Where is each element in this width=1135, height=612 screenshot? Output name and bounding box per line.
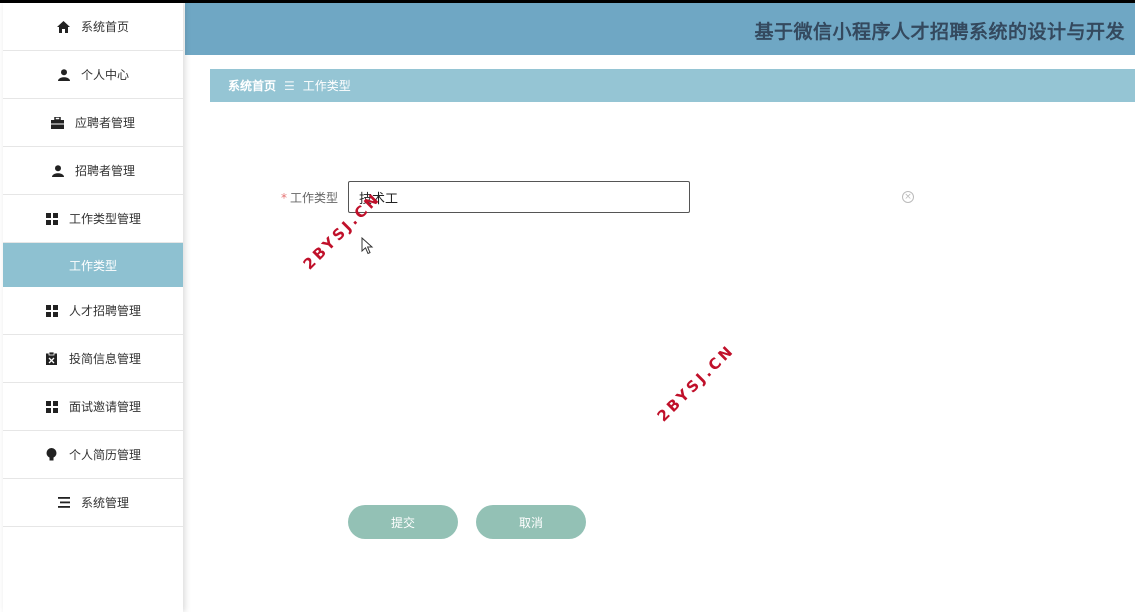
sidebar-item-label: 系统首页 — [80, 20, 129, 34]
sidebar-item-personal-center[interactable]: 个人中心 — [3, 51, 183, 99]
submit-button[interactable]: 提交 — [348, 505, 458, 539]
job-type-input[interactable]: 技术工 — [348, 181, 690, 213]
sidebar-item-label: 人才招聘管理 — [68, 304, 141, 318]
sidebar-item-system-management[interactable]: 系统管理 — [3, 479, 183, 527]
sidebar-item-resume-submission-management[interactable]: 投简信息管理 — [3, 335, 183, 383]
sidebar-item-resume-management[interactable]: 个人简历管理 — [3, 431, 183, 479]
user-icon — [57, 68, 71, 82]
grid-icon — [45, 400, 59, 414]
job-type-label: * 工作类型 — [280, 190, 338, 205]
mouse-pointer-icon — [361, 237, 374, 255]
sidebar-item-label: 招聘者管理 — [74, 164, 135, 178]
breadcrumb-home[interactable]: 系统首页 — [228, 77, 276, 94]
clipboard-icon — [45, 352, 59, 366]
sidebar-item-home[interactable]: 系统首页 — [3, 3, 183, 51]
sidebar-item-label: 投简信息管理 — [68, 352, 141, 366]
clear-icon[interactable]: × — [902, 191, 914, 203]
list-icon — [57, 496, 71, 510]
watermark: 2BYSJ.CN — [653, 340, 739, 426]
grid-icon — [45, 304, 59, 318]
job-type-form-row: * 工作类型 技术工 — [280, 181, 690, 213]
required-mark: * — [280, 190, 287, 205]
sidebar-item-interview-invitation-management[interactable]: 面试邀请管理 — [3, 383, 183, 431]
page-header: 基于微信小程序人才招聘系统的设计与开发 — [185, 3, 1135, 55]
sidebar-item-job-type[interactable]: 工作类型 — [3, 243, 183, 287]
sidebar-item-label: 工作类型管理 — [68, 212, 141, 226]
cancel-button[interactable]: 取消 — [476, 505, 586, 539]
breadcrumb-separator-icon: ☰ — [284, 78, 295, 93]
home-icon — [57, 20, 71, 34]
sidebar-item-job-type-management[interactable]: 工作类型管理 — [3, 195, 183, 243]
sidebar-item-label: 个人简历管理 — [68, 448, 141, 462]
briefcase-icon — [51, 116, 65, 130]
grid-icon — [45, 212, 59, 226]
top-edge — [0, 0, 1135, 3]
sidebar-item-applicant-management[interactable]: 应聘者管理 — [3, 99, 183, 147]
breadcrumb: 系统首页 ☰ 工作类型 — [210, 69, 1135, 102]
breadcrumb-current: 工作类型 — [302, 79, 351, 93]
sidebar-item-label: 工作类型 — [68, 258, 117, 273]
sidebar-item-label: 应聘者管理 — [74, 116, 135, 130]
sidebar-item-label: 个人中心 — [80, 68, 129, 82]
sidebar: 系统首页 个人中心 应聘者管理 招聘者管理 工作类型管理 工作类型 人才招聘管理 — [3, 3, 183, 612]
sidebar-item-talent-recruitment-management[interactable]: 人才招聘管理 — [3, 287, 183, 335]
sidebar-item-label: 面试邀请管理 — [68, 400, 141, 414]
user-icon — [51, 164, 65, 178]
sidebar-item-label: 系统管理 — [80, 496, 129, 510]
sidebar-item-recruiter-management[interactable]: 招聘者管理 — [3, 147, 183, 195]
bulb-icon — [45, 448, 59, 462]
app-title: 基于微信小程序人才招聘系统的设计与开发 — [754, 21, 1125, 43]
